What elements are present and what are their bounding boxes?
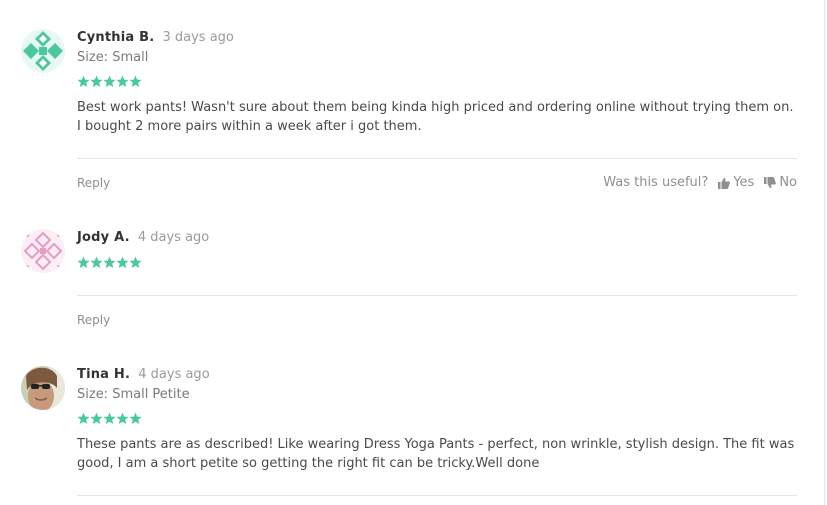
star-icon	[129, 75, 142, 87]
vote-yes-label: Yes	[733, 175, 755, 190]
star-icon	[103, 256, 116, 268]
pink-quilt-pattern-icon	[21, 229, 65, 273]
star-icon	[116, 412, 129, 424]
avatar	[21, 29, 65, 73]
vote-no-button[interactable]: No	[764, 174, 797, 192]
divider	[77, 295, 797, 296]
thumbs-down-icon	[764, 177, 777, 189]
star-icon	[77, 75, 90, 87]
review-size: Size: Small	[77, 50, 149, 65]
star-icon	[90, 75, 103, 87]
star-rating	[77, 256, 797, 270]
thumbs-up-icon	[718, 177, 731, 189]
vote-no-label: No	[779, 175, 797, 190]
star-rating	[77, 75, 797, 89]
star-icon	[116, 75, 129, 87]
star-icon	[103, 75, 116, 87]
star-icon	[116, 256, 129, 268]
star-icon	[77, 412, 90, 424]
star-rating	[77, 412, 797, 426]
review-text: Best work pants! Wasn't sure about them …	[77, 100, 794, 134]
star-icon	[90, 412, 103, 424]
avatar	[21, 366, 65, 410]
avatar	[21, 229, 65, 273]
user-photo-avatar	[21, 366, 65, 410]
teal-quilt-pattern-icon	[21, 29, 65, 73]
useful-label: Was this useful?	[603, 175, 709, 190]
review-author: Cynthia B.	[77, 30, 155, 45]
review-author: Tina H.	[77, 367, 131, 382]
divider	[77, 495, 797, 496]
star-icon	[103, 412, 116, 424]
reply-link[interactable]: Reply	[77, 311, 110, 329]
review-author: Jody A.	[77, 230, 130, 245]
vote-yes-button[interactable]: Yes	[718, 174, 754, 192]
star-icon	[90, 256, 103, 268]
review-size: Size: Small Petite	[77, 387, 190, 402]
star-icon	[77, 256, 90, 268]
star-icon	[129, 412, 142, 424]
review-date: 3 days ago	[162, 30, 234, 45]
review-date: 4 days ago	[138, 367, 210, 382]
review-date: 4 days ago	[137, 230, 210, 245]
review-text: These pants are as described! Like weari…	[77, 437, 795, 471]
star-icon	[129, 256, 142, 268]
reply-link[interactable]: Reply	[77, 174, 110, 192]
divider	[77, 158, 797, 159]
useful-vote: Was this useful? Yes No	[603, 174, 797, 192]
